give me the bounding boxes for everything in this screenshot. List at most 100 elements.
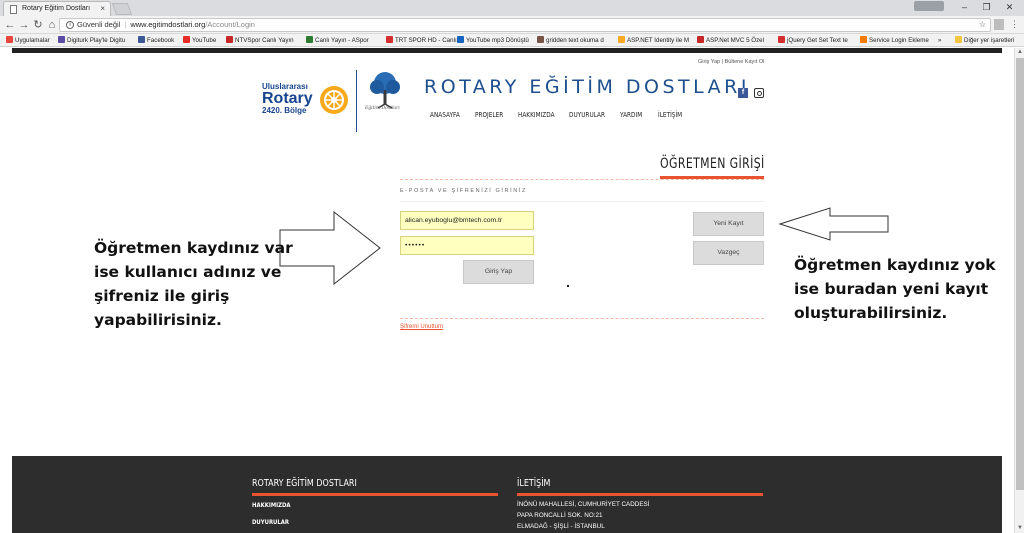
browser-toolbar: ← → ↻ ⌂ i Güvenli değil | www.egitimdostlar… (0, 16, 1024, 34)
login-subtitle: E-POSTA VE ŞİFRENİZİ GİRİNİZ (400, 188, 527, 194)
rotary-wheel-icon (320, 86, 348, 114)
bookmark-icon (860, 36, 867, 43)
nav-help[interactable]: YARDIM (620, 111, 642, 119)
bookmark-star-icon[interactable]: ☆ (979, 19, 986, 31)
new-tab-button[interactable] (111, 3, 133, 15)
nav-home[interactable]: ANASAYFA (430, 111, 460, 119)
page-scrollbar[interactable]: ▲ ▼ (1014, 48, 1024, 533)
home-icon[interactable]: ⌂ (46, 18, 58, 32)
divider (400, 318, 764, 319)
bookmark-item[interactable]: YouTube mp3 Dönüştü (457, 36, 529, 45)
email-field[interactable] (400, 211, 534, 230)
bookmarks-bar: Uygulamalar Digiturk Play'le Digitu Facebo… (0, 34, 1024, 47)
page-icon (10, 5, 17, 14)
annotation-right-line: ise buradan yeni kayıt (794, 280, 989, 298)
bookmark-icon (697, 36, 704, 43)
forgot-password-link[interactable]: Şifremi Unuttum (400, 324, 443, 330)
logo-divider (356, 70, 357, 132)
folder-icon (955, 36, 962, 43)
facebook-icon[interactable]: f (738, 88, 748, 98)
divider (400, 179, 764, 180)
new-register-button[interactable]: Yeni Kayıt (693, 212, 764, 236)
password-field[interactable] (400, 236, 534, 255)
bookmark-label: ASP.NET Identity ile M (627, 37, 690, 44)
bookmark-item[interactable]: NTVSpor Canlı Yayın (226, 36, 294, 45)
scroll-up-icon[interactable]: ▲ (1015, 48, 1024, 57)
forward-icon[interactable]: → (18, 18, 30, 32)
annotation-right-line: Öğretmen kaydınız yok (794, 256, 996, 274)
bookmark-item[interactable]: YouTube (183, 36, 216, 45)
bookmark-label: gridden text okuma d (546, 37, 604, 44)
right-arrow-annotation (279, 210, 381, 286)
bookmark-item[interactable]: Uygulamalar (6, 36, 50, 45)
address-bar[interactable]: i Güvenli değil | www.egitimdostlari.org/Ac… (59, 18, 991, 32)
footer-link-about[interactable]: HAKKIMIZDA (252, 501, 291, 509)
bookmark-icon (778, 36, 785, 43)
login-title: ÖĞRETMEN GİRİŞİ (660, 156, 765, 172)
bookmark-item[interactable]: ASP.Net MVC 5 Özel (697, 36, 764, 45)
extension-icon[interactable] (994, 19, 1004, 30)
nav-about[interactable]: HAKKIMIZDA (518, 111, 555, 119)
page-top-band (12, 48, 1002, 53)
nav-contact[interactable]: İLETİŞİM (658, 111, 682, 119)
cancel-button[interactable]: Vazgeç (693, 241, 764, 265)
bookmark-item[interactable]: Service Login Ekleme (860, 36, 929, 45)
menu-icon[interactable]: ⋮ (1010, 19, 1019, 30)
site-title: ROTARY EĞİTİM DOSTLARI (424, 76, 750, 98)
annotation-right-line: oluşturabilirsiniz. (794, 304, 948, 322)
nav-projects[interactable]: PROJELER (475, 111, 503, 119)
annotation-left-line: yapabilirisiniz. (94, 311, 222, 329)
login-button[interactable]: Giriş Yap (463, 260, 534, 284)
bookmark-label: ASP.Net MVC 5 Özel (706, 37, 765, 44)
browser-tabstrip: Rotary Eğitim Dostları × – ❐ ✕ (0, 0, 1024, 16)
scroll-down-icon[interactable]: ▼ (1015, 524, 1024, 533)
bookmark-icon (618, 36, 625, 43)
rotary-logo-line3: 2420. Bölge (262, 106, 307, 115)
url-path: /Account/Login (205, 20, 255, 29)
instagram-icon[interactable] (754, 88, 764, 98)
other-bookmarks-label: Diğer yer işaretleri (964, 37, 1015, 44)
other-bookmarks[interactable]: Diğer yer işaretleri (955, 36, 1014, 45)
bookmark-label: YouTube (192, 37, 217, 44)
footer-col2-underline (517, 493, 763, 496)
url-host: www.egitimdostlari.org (130, 20, 206, 29)
footer-col1-underline (252, 493, 498, 496)
annotation-left-line: şifreniz ile giriş (94, 287, 230, 305)
bookmark-label: Canlı Yayın - ASpor (315, 37, 369, 44)
close-window-icon[interactable]: ✕ (997, 0, 1022, 14)
bookmark-item[interactable]: ASP.NET Identity ile M (618, 36, 689, 45)
scroll-thumb[interactable] (1016, 58, 1024, 490)
bookmark-icon (457, 36, 464, 43)
bookmark-icon (306, 36, 313, 43)
bookmark-item[interactable]: TRT SPOR HD - Canlı (386, 36, 457, 45)
bookmark-item[interactable]: Facebook (138, 36, 174, 45)
top-links[interactable]: Giriş Yap | Bültene Kayıt Ol (698, 59, 764, 65)
profile-badge[interactable] (914, 1, 944, 11)
bookmark-icon (138, 36, 145, 43)
reload-icon[interactable]: ↻ (32, 18, 44, 32)
web-page: Giriş Yap | Bültene Kayıt Ol Uluslararas… (0, 48, 1014, 533)
bookmark-icon (183, 36, 190, 43)
bookmark-label: Service Login Ekleme (869, 37, 929, 44)
stray-dot (567, 285, 569, 287)
browser-tab[interactable]: Rotary Eğitim Dostları × (3, 1, 111, 16)
tab-title: Rotary Eğitim Dostları (22, 5, 91, 12)
close-tab-icon[interactable]: × (100, 4, 105, 13)
bookmark-label: YouTube mp3 Dönüştü (466, 37, 529, 44)
annotation-left: Öğretmen kaydınız var ise kullanıcı adın… (94, 236, 293, 332)
bookmark-icon (386, 36, 393, 43)
info-icon[interactable]: i (66, 21, 74, 30)
bookmark-icon (226, 36, 233, 43)
restore-icon[interactable]: ❐ (974, 0, 999, 14)
bookmark-item[interactable]: Canlı Yayın - ASpor (306, 36, 369, 45)
rotary-logo[interactable]: Uluslararası Rotary 2420. Bölge (262, 82, 352, 122)
bookmarks-more-button[interactable]: » (938, 36, 941, 45)
nav-announcements[interactable]: DUYURULAR (569, 111, 605, 119)
bookmark-icon (537, 36, 544, 43)
bookmark-item[interactable]: Digiturk Play'le Digitu (58, 36, 125, 45)
back-icon[interactable]: ← (4, 18, 16, 32)
bookmark-item[interactable]: gridden text okuma d (537, 36, 604, 45)
footer-col2-title: İLETİŞİM (517, 478, 551, 489)
footer-link-announcements[interactable]: DUYURULAR (252, 518, 289, 526)
bookmark-item[interactable]: jQuery Get Set Text te (778, 36, 848, 45)
